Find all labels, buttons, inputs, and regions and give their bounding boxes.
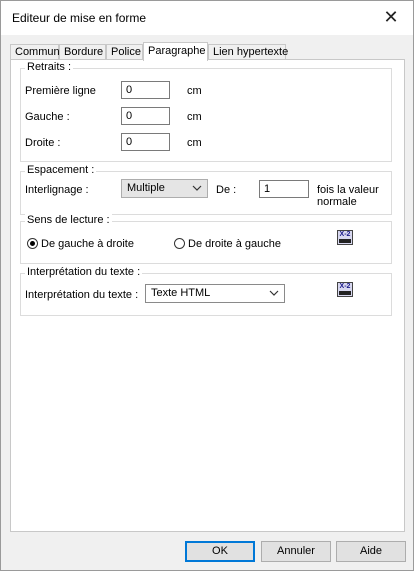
title-bar: Editeur de mise en forme ✕ <box>1 1 413 35</box>
premiere-ligne-input[interactable]: 0 <box>121 81 170 99</box>
fois-la-valeur-label: fois la valeur <box>317 184 379 196</box>
droite-input[interactable]: 0 <box>121 133 170 151</box>
interpretation-select[interactable]: Texte HTML <box>145 284 285 303</box>
retraits-legend: Retraits : <box>25 61 74 73</box>
gauche-unit: cm <box>187 111 202 123</box>
sens-lecture-group: Sens de lecture : De gauche à droite De … <box>20 214 392 264</box>
de-label: De : <box>216 184 237 196</box>
tab-panel-paragraphe: Retraits : Première ligne 0 cm Gauche : … <box>10 59 405 532</box>
tab-paragraphe[interactable]: Paragraphe <box>143 42 208 61</box>
retraits-group: Retraits : Première ligne 0 cm Gauche : … <box>20 61 392 162</box>
interpretation-value: Texte HTML <box>151 287 211 299</box>
aide-button[interactable]: Aide <box>336 541 406 562</box>
tab-police[interactable]: Police <box>106 44 143 59</box>
help-icon[interactable]: X-2 <box>337 230 353 245</box>
espacement-group: Espacement : Interlignage : Multiple De … <box>20 164 392 215</box>
droite-unit: cm <box>187 137 202 149</box>
interpretation-group: Interprétation du texte : Interprétation… <box>20 266 392 316</box>
droite-label: Droite : <box>25 137 61 149</box>
interpretation-legend: Interprétation du texte : <box>25 266 143 278</box>
tab-bordure[interactable]: Bordure <box>59 44 106 59</box>
radio-gauche-droite-label[interactable]: De gauche à droite <box>41 238 134 250</box>
window-title: Editeur de mise en forme <box>12 11 147 25</box>
gauche-label: Gauche : <box>25 111 70 123</box>
radio-gauche-droite[interactable] <box>27 238 38 249</box>
tab-lien-hypertexte[interactable]: Lien hypertexte <box>208 44 288 59</box>
premiere-ligne-label: Première ligne <box>25 85 96 97</box>
radio-droite-gauche-label[interactable]: De droite à gauche <box>188 238 281 250</box>
help-icon-bar <box>339 291 351 295</box>
help-icon-bar <box>339 239 351 243</box>
interlignage-label: Interlignage : <box>25 184 89 196</box>
close-icon[interactable]: ✕ <box>381 7 401 27</box>
premiere-ligne-unit: cm <box>187 85 202 97</box>
de-input[interactable]: 1 <box>259 180 309 198</box>
help-icon[interactable]: X-2 <box>337 282 353 297</box>
espacement-legend: Espacement : <box>25 164 97 176</box>
chevron-down-icon <box>269 290 279 296</box>
normale-label: normale <box>317 196 357 208</box>
sens-lecture-legend: Sens de lecture : <box>25 214 112 226</box>
help-icon-text: X-2 <box>339 283 351 290</box>
tab-commun[interactable]: Commun <box>10 44 60 59</box>
gauche-input[interactable]: 0 <box>121 107 170 125</box>
help-icon-text: X-2 <box>339 231 351 238</box>
ok-button[interactable]: OK <box>185 541 255 562</box>
radio-droite-gauche[interactable] <box>174 238 185 249</box>
interlignage-value: Multiple <box>127 182 165 194</box>
interlignage-select[interactable]: Multiple <box>121 179 208 198</box>
dialog-window: Editeur de mise en forme ✕ Commun Bordur… <box>0 0 414 571</box>
annuler-button[interactable]: Annuler <box>261 541 331 562</box>
chevron-down-icon <box>192 185 202 191</box>
interpretation-label: Interprétation du texte : <box>25 289 139 301</box>
